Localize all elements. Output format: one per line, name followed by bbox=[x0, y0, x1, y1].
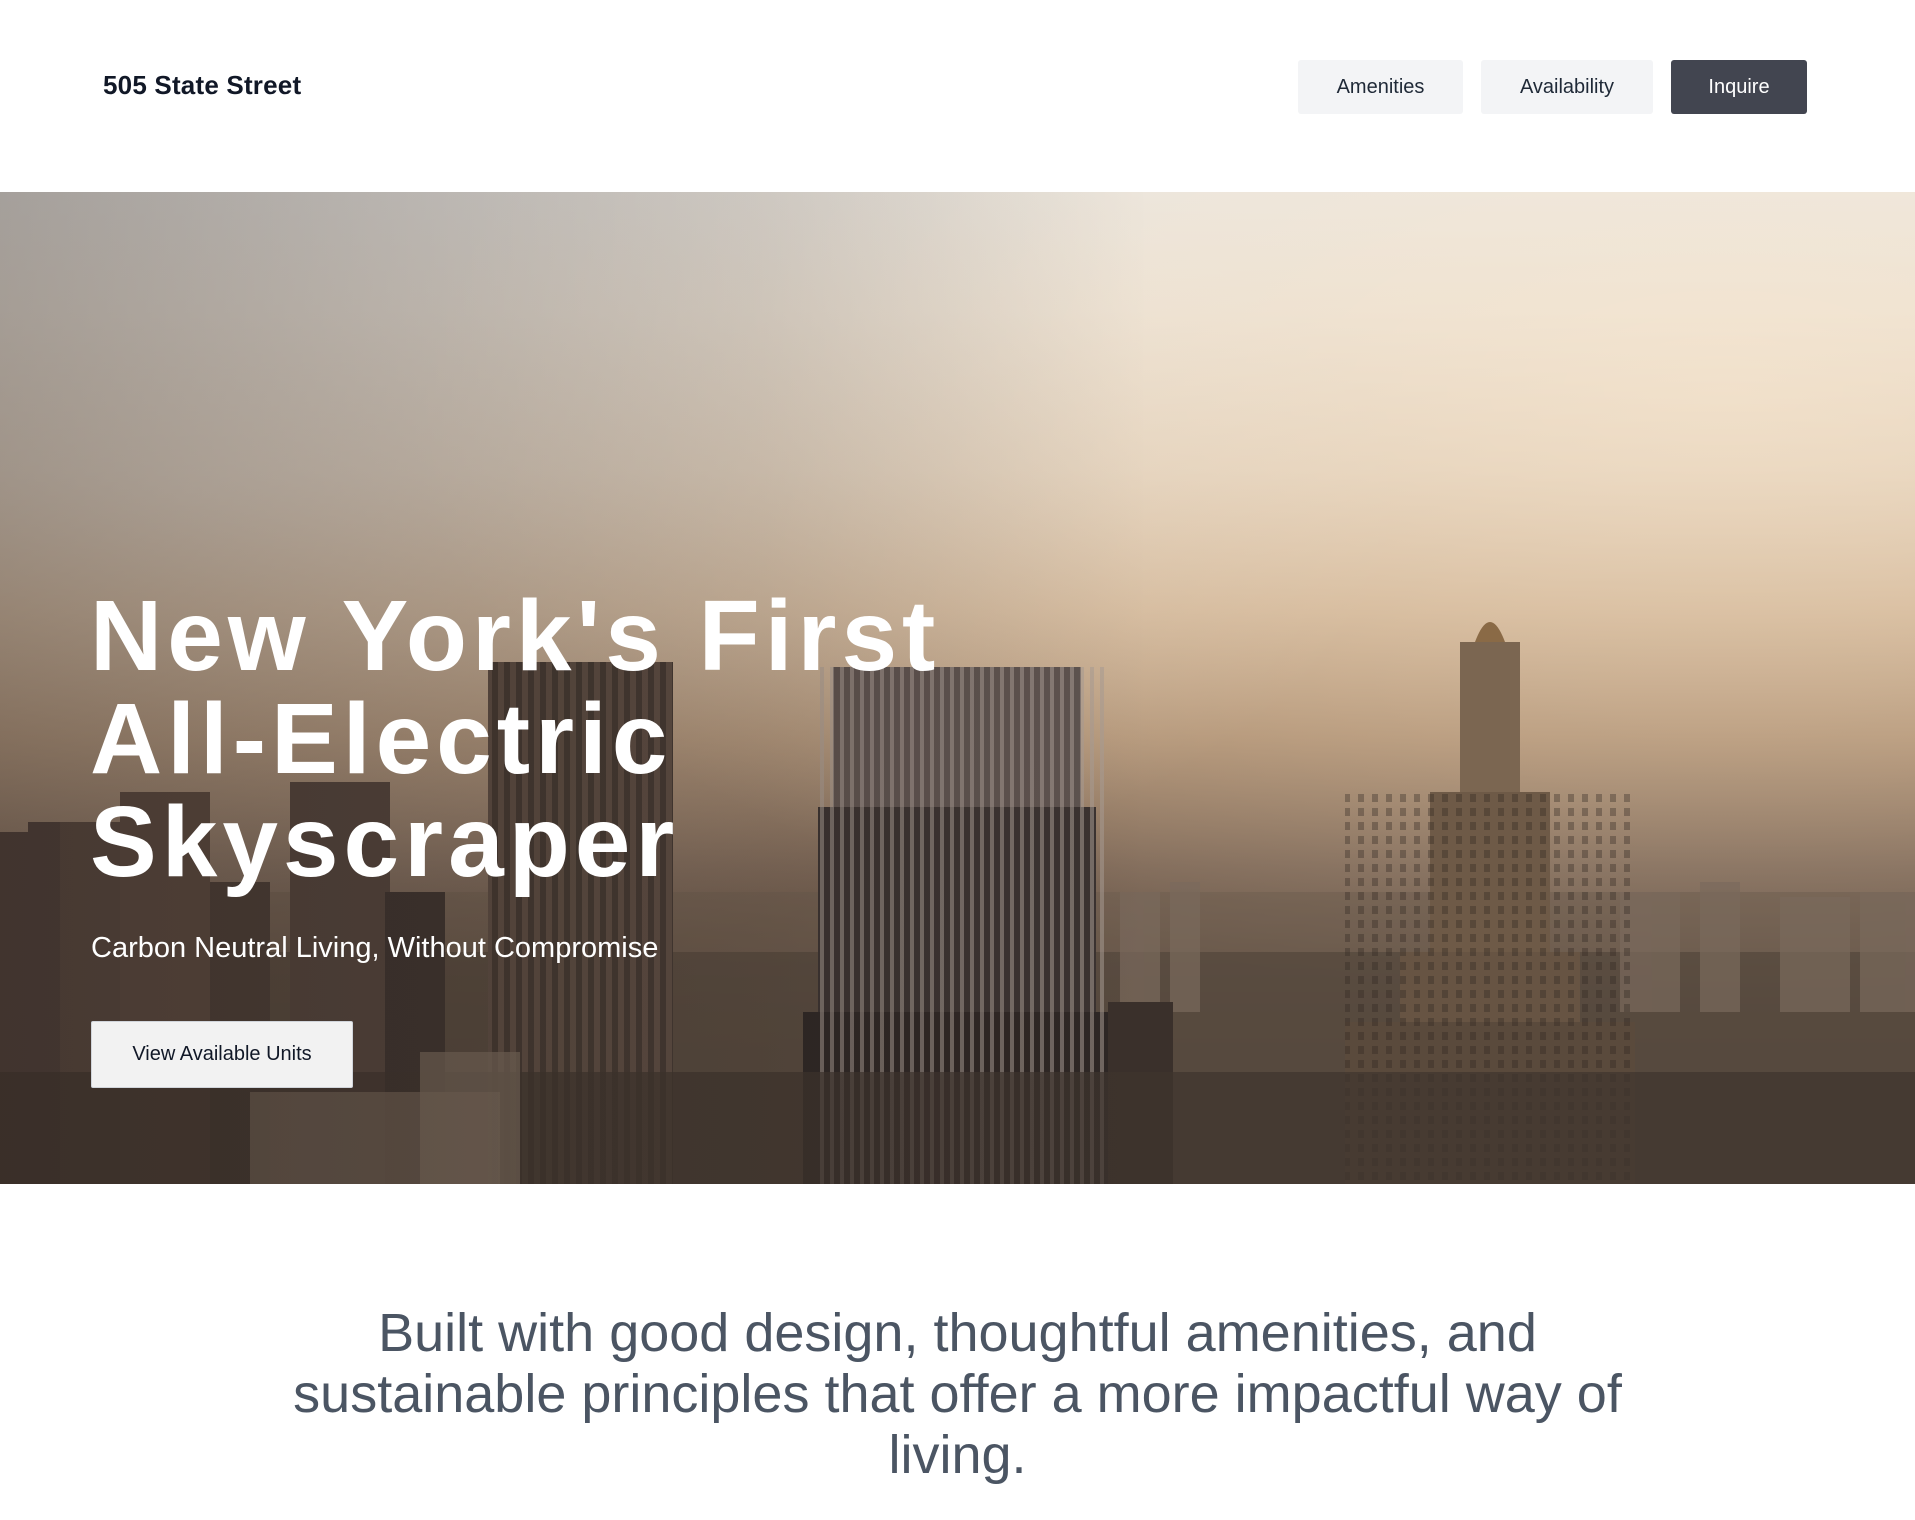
intro-statement: Built with good design, thoughtful ameni… bbox=[293, 1303, 1622, 1485]
intro-section: Built with good design, thoughtful ameni… bbox=[0, 1184, 1915, 1520]
view-available-units-button[interactable]: View Available Units bbox=[91, 1021, 353, 1088]
brand-logo-text[interactable]: 505 State Street bbox=[103, 70, 301, 101]
hero-title-line: All-Electric bbox=[90, 683, 673, 795]
hero-title-line: Skyscraper bbox=[90, 786, 680, 898]
top-nav: Amenities Availability Inquire bbox=[1298, 60, 1807, 114]
nav-amenities-button[interactable]: Amenities bbox=[1298, 60, 1463, 114]
hero-subtitle: Carbon Neutral Living, Without Compromis… bbox=[91, 932, 659, 964]
page: 505 State Street Amenities Availability … bbox=[0, 0, 1915, 1520]
nav-availability-button[interactable]: Availability bbox=[1481, 60, 1653, 114]
site-header: 505 State Street Amenities Availability … bbox=[0, 0, 1915, 192]
hero-section: New York's First All-Electric Skyscraper… bbox=[0, 192, 1915, 1184]
hero-title: New York's First All-Electric Skyscraper bbox=[90, 585, 1040, 894]
hero-title-line: New York's First bbox=[90, 580, 941, 692]
nav-inquire-button[interactable]: Inquire bbox=[1671, 60, 1807, 114]
